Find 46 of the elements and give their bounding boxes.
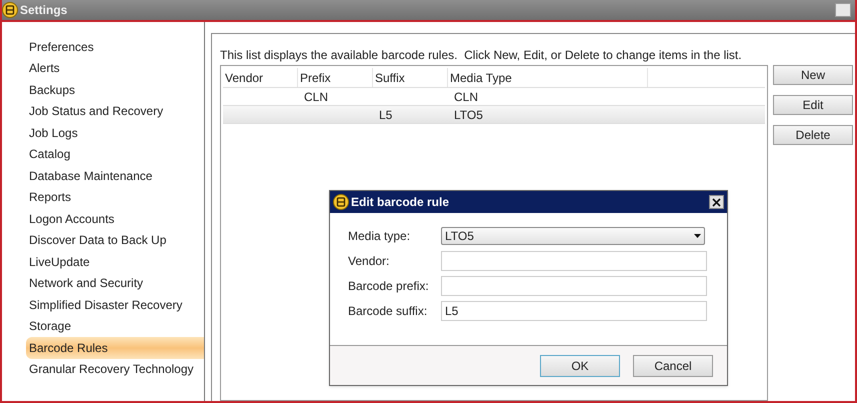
sidebar-item[interactable]: Database Maintenance xyxy=(26,165,204,186)
media-type-dropdown[interactable]: LTO5 xyxy=(441,227,705,245)
table-cell-text: CLN xyxy=(304,88,328,106)
sidebar-item[interactable]: Job Logs xyxy=(26,122,204,144)
caret-icon xyxy=(694,234,701,238)
table-cell-text: CLN xyxy=(454,88,478,106)
close-icon xyxy=(712,198,721,206)
window-title: Settings xyxy=(20,2,68,19)
dialog-title: Edit barcode rule xyxy=(351,194,450,211)
dialog-button[interactable]: OK xyxy=(540,354,620,376)
sidebar-item[interactable]: Network and Security xyxy=(26,272,204,294)
sidebar-item[interactable]: Simplified Disaster Recovery xyxy=(26,294,204,316)
column-header[interactable]: Media Type xyxy=(448,68,648,87)
field-label: Vendor: xyxy=(348,253,390,270)
input-field[interactable] xyxy=(441,251,707,271)
sidebar-item[interactable]: Discover Data to Back Up xyxy=(26,230,204,251)
column-header[interactable]: Vendor xyxy=(223,68,298,87)
input-field[interactable]: L5 xyxy=(441,301,707,321)
action-button[interactable]: Delete xyxy=(773,125,853,145)
sidebar-item[interactable]: Catalog xyxy=(26,144,204,165)
sidebar-item[interactable]: Storage xyxy=(26,316,204,337)
action-button[interactable]: New xyxy=(773,65,853,85)
input-field[interactable] xyxy=(441,276,707,296)
table-row[interactable]: L5 LTO5 xyxy=(223,106,765,124)
sidebar-item[interactable]: Job Status and Recovery xyxy=(26,100,204,122)
app-icon xyxy=(333,194,349,210)
column-header[interactable]: Prefix xyxy=(298,68,373,87)
sidebar-item[interactable]: Preferences xyxy=(26,36,204,58)
field-label: Barcode suffix: xyxy=(348,303,428,320)
table-cell-text: LTO5 xyxy=(454,106,483,124)
sidebar-item[interactable]: Granular Recovery Technology xyxy=(26,358,204,380)
sidebar-item[interactable]: Backups xyxy=(26,79,204,100)
column-header[interactable]: Suffix xyxy=(373,68,448,87)
sidebar-item[interactable]: Barcode Rules xyxy=(26,337,204,358)
app-icon xyxy=(2,2,18,18)
table-cell-text: L5 xyxy=(379,106,392,124)
dialog-button[interactable]: Cancel xyxy=(633,354,713,376)
field-label: Barcode prefix: xyxy=(348,278,430,295)
action-button[interactable]: Edit xyxy=(773,95,853,115)
sidebar-item[interactable]: Alerts xyxy=(26,58,204,79)
sidebar-item[interactable]: Reports xyxy=(26,186,204,208)
close-button[interactable] xyxy=(709,195,724,209)
sidebar-item[interactable]: Logon Accounts xyxy=(26,208,204,230)
sidebar-item[interactable]: LiveUpdate xyxy=(26,251,204,272)
field-label: Media type: xyxy=(348,228,412,245)
description-text: This list displays the available barcode rules. Click New, Edit, or Delete to change items in the list. xyxy=(220,47,743,63)
